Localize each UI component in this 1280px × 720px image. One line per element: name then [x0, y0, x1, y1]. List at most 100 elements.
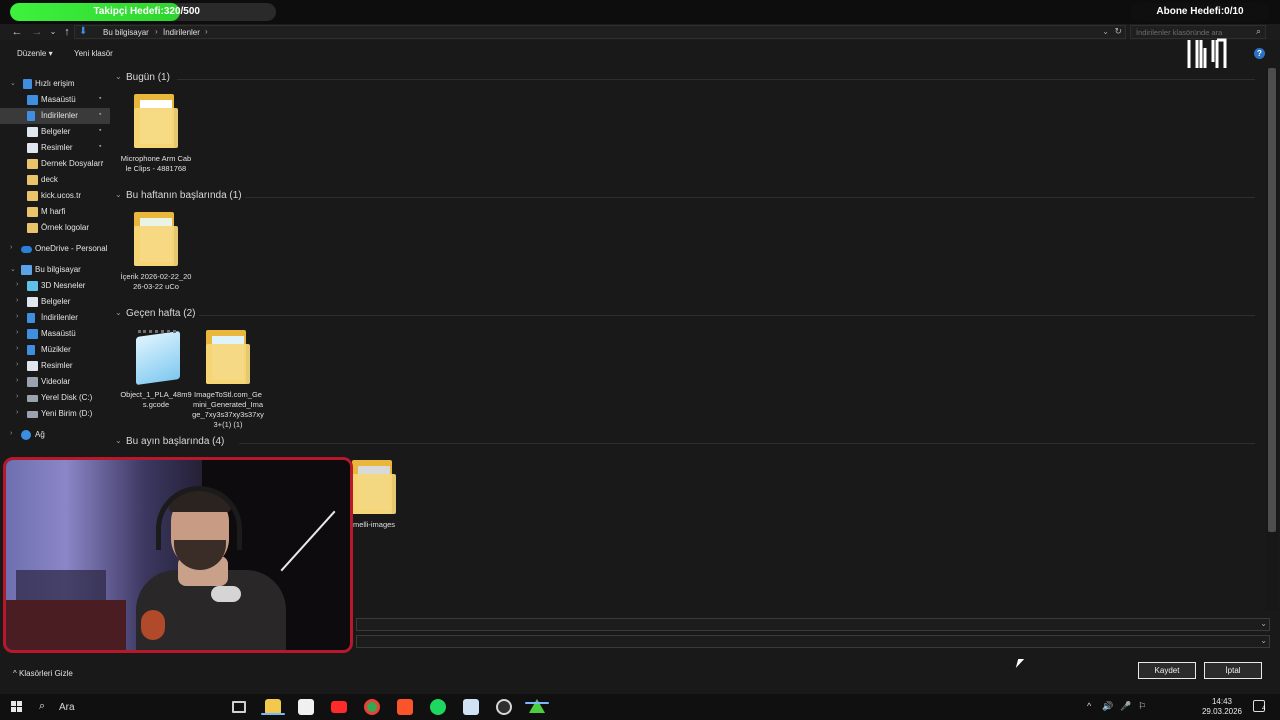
sidebar-item-onedrive[interactable]: › OneDrive - Personal [0, 241, 110, 257]
group-header[interactable]: ⌄ Bugün (1) [115, 71, 1255, 85]
spotify-icon[interactable] [430, 699, 446, 715]
address-bar[interactable]: ⬇ Bu bilgisayar › İndirilenler › ⌄ ↻ [74, 25, 1126, 39]
forward-button[interactable]: → [30, 25, 44, 39]
organize-button[interactable]: Düzenle ▾ [17, 49, 53, 58]
file-item-gcode[interactable]: Object_1_PLA_48m9s.gcode [120, 330, 192, 420]
expand-icon[interactable]: › [10, 430, 12, 437]
up-button[interactable]: ↑ [60, 25, 74, 39]
expand-icon[interactable]: › [16, 393, 18, 400]
sidebar-item-m-harfi[interactable]: M harfi [0, 204, 110, 220]
sidebar-item-dernek-dosyalari[interactable]: Dernek Dosyaları ▪ [0, 156, 110, 172]
sidebar-item-local-disk-c[interactable]: › Yerel Disk (C:) [0, 390, 110, 406]
collapse-icon[interactable]: ⌄ [10, 265, 16, 273]
chevron-down-icon[interactable]: ⌄ [1260, 636, 1267, 645]
group-header[interactable]: ⌄ Geçen hafta (2) [115, 307, 1255, 321]
file-item-folder[interactable]: ImageToStl.com_Gemini_Generated_Image_7x… [192, 330, 264, 430]
notepad-icon[interactable] [463, 699, 479, 715]
chevron-down-icon[interactable]: ⌄ [1260, 619, 1267, 628]
save-button[interactable]: Kaydet [1138, 662, 1196, 679]
clock-time: 14:43 [1211, 697, 1233, 706]
new-folder-button[interactable]: Yeni klasör [74, 49, 113, 58]
sidebar-item-label: Yeni Birim (D:) [41, 409, 93, 418]
sidebar-item-desktop[interactable]: Masaüstü ▪ [0, 92, 110, 108]
file-item-folder[interactable]: Microphone Arm Cable Clips - 4881768 [120, 94, 192, 184]
back-button[interactable]: ← [10, 25, 24, 39]
obs-icon[interactable] [496, 699, 512, 715]
sidebar-item-music[interactable]: › Müzikler [0, 342, 110, 358]
task-view-icon[interactable] [232, 701, 246, 713]
expand-icon[interactable]: › [16, 361, 18, 368]
file-type-select[interactable]: ⌄ [356, 635, 1270, 648]
help-icon[interactable]: ? [1254, 48, 1265, 59]
sidebar-item-label: OneDrive - Personal [35, 244, 108, 253]
sidebar-item-label: Belgeler [41, 127, 71, 136]
sidebar-item-downloads[interactable]: İndirilenler ▪ [0, 108, 110, 124]
taskbar-search[interactable]: ⌕ Ara [31, 695, 205, 719]
taskbar: ⌕ Ara ^ 🔊 🎤 ⚐ 14:43 29.03.2026 4 [0, 694, 1280, 720]
breadcrumb-downloads[interactable]: İndirilenler [163, 28, 200, 37]
sidebar-item-pictures[interactable]: Resimler ▪ [0, 140, 110, 156]
expand-icon[interactable]: › [16, 281, 18, 288]
chevron-up-icon[interactable]: ^ [1087, 701, 1091, 711]
brave-icon[interactable] [397, 699, 413, 715]
scrollbar-thumb[interactable] [1268, 68, 1276, 532]
sidebar-item-label: İndirilenler [41, 313, 78, 322]
sidebar-item-kick-ucos[interactable]: kick.ucos.tr [0, 188, 110, 204]
capcut-icon[interactable] [298, 699, 314, 715]
address-row: ← → ⌄ ↑ ⬇ Bu bilgisayar › İndirilenler ›… [0, 24, 1280, 40]
address-dropdown-icon[interactable]: ⌄ [1102, 27, 1109, 36]
microphone-icon[interactable]: 🎤 [1120, 701, 1131, 712]
sidebar-item-ornek-logolar[interactable]: Örnek logolar [0, 220, 110, 236]
volume-icon[interactable]: 🔊 [1102, 701, 1113, 712]
expand-icon[interactable]: › [16, 329, 18, 336]
group-divider [239, 443, 1255, 444]
group-title: Geçen hafta (2) [126, 308, 196, 319]
recent-locations-button[interactable]: ⌄ [46, 25, 60, 39]
taskbar-clock[interactable]: 14:43 29.03.2026 [1198, 697, 1246, 717]
pin-icon: ▪ [101, 159, 104, 166]
folder-icon [352, 460, 396, 514]
expand-icon[interactable]: › [16, 377, 18, 384]
sidebar-item-documents-pc[interactable]: › Belgeler [0, 294, 110, 310]
folder-icon [27, 175, 38, 185]
collapse-icon[interactable]: ⌄ [10, 79, 16, 87]
file-item-folder[interactable]: İçerik 2026-02-22_2026-03-22 uCo [120, 212, 192, 302]
cancel-button[interactable]: İptal [1204, 662, 1262, 679]
computer-icon [21, 265, 32, 275]
file-name-field[interactable]: ⌄ [356, 618, 1270, 631]
expand-icon[interactable]: › [16, 313, 18, 320]
hide-folders-button[interactable]: ^ Klasörleri Gizle [13, 669, 73, 678]
vertical-scrollbar[interactable] [1266, 68, 1278, 610]
file-explorer-icon[interactable] [261, 699, 285, 715]
breadcrumb-separator[interactable]: › [155, 27, 158, 36]
sidebar-item-new-volume-d[interactable]: › Yeni Birim (D:) [0, 406, 110, 422]
sidebar-item-pictures-pc[interactable]: › Resimler [0, 358, 110, 374]
sidebar-item-downloads-pc[interactable]: › İndirilenler [0, 310, 110, 326]
webcam-chair [6, 600, 126, 650]
sidebar-item-documents[interactable]: Belgeler ▪ [0, 124, 110, 140]
sidebar-item-deck[interactable]: deck [0, 172, 110, 188]
sidebar-item-desktop-pc[interactable]: › Masaüstü [0, 326, 110, 342]
expand-icon[interactable]: › [16, 297, 18, 304]
expand-icon[interactable]: › [10, 244, 12, 251]
sidebar-item-3d-objects[interactable]: › 3D Nesneler [0, 278, 110, 294]
sidebar-item-this-pc[interactable]: ⌄ Bu bilgisayar [0, 262, 110, 278]
sidebar-item-quick-access[interactable]: ⌄ Hızlı erişim [0, 76, 110, 92]
stream-overlay-bar: Takipçi Hedefi:320/500 Abone Hedefi:0/10 [0, 0, 1280, 24]
breadcrumb-separator[interactable]: › [205, 27, 208, 36]
terminal-icon[interactable] [525, 699, 549, 713]
expand-icon[interactable]: › [16, 345, 18, 352]
chrome-icon[interactable] [364, 699, 380, 715]
sidebar-item-network[interactable]: › Ağ [0, 427, 110, 443]
expand-icon[interactable]: › [16, 409, 18, 416]
group-header[interactable]: ⌄ Bu ayın başlarında (4) [115, 435, 1255, 449]
sidebar-item-label: Resimler [41, 361, 73, 370]
refresh-icon[interactable]: ↻ [1114, 26, 1122, 37]
sidebar-item-videos[interactable]: › Videolar [0, 374, 110, 390]
group-header[interactable]: ⌄ Bu haftanın başlarında (1) [115, 189, 1255, 203]
youtube-icon[interactable] [331, 701, 347, 713]
windows-start-icon[interactable] [11, 701, 22, 712]
pin-icon: ▪ [99, 111, 102, 118]
breadcrumb-this-pc[interactable]: Bu bilgisayar [103, 28, 149, 37]
network-tray-icon[interactable]: ⚐ [1138, 701, 1146, 712]
